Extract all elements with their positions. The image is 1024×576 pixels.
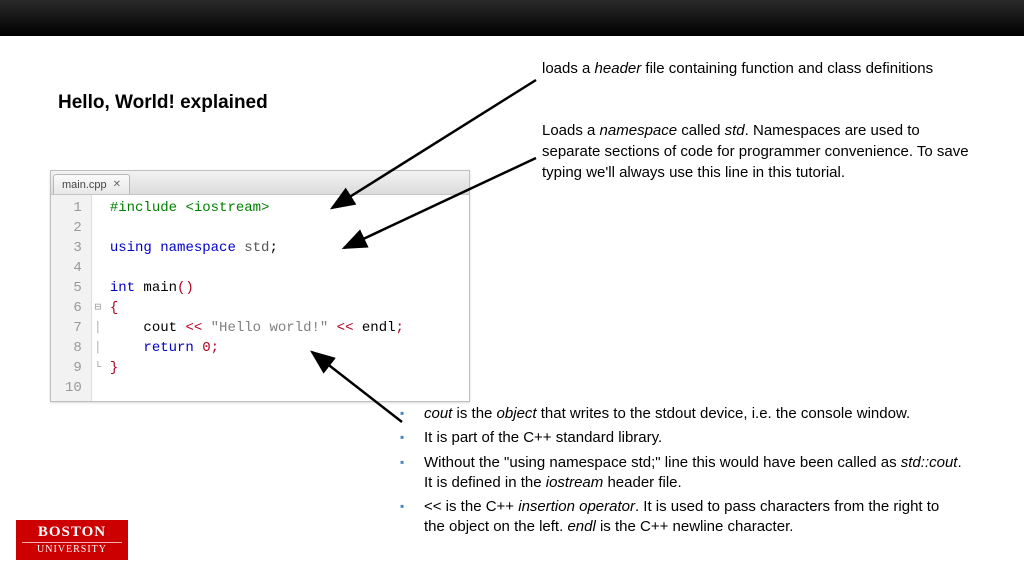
code-editor: main.cpp ✕ 12345678910 ⊟││└ #include <io… — [50, 170, 470, 402]
logo-line2: UNIVERSITY — [22, 542, 122, 555]
line-gutter: 12345678910 — [51, 195, 92, 401]
top-bar — [0, 0, 1024, 36]
close-icon[interactable]: ✕ — [113, 179, 121, 190]
editor-tab[interactable]: main.cpp ✕ — [53, 174, 130, 194]
code-area: 12345678910 ⊟││└ #include <iostream> usi… — [51, 195, 469, 401]
fold-column: ⊟││└ — [92, 195, 104, 401]
bullet-list: cout is the object that writes to the st… — [394, 404, 964, 542]
bullet-item: cout is the object that writes to the st… — [394, 404, 964, 424]
slide-title: Hello, World! explained — [58, 92, 268, 114]
bullet-item: It is part of the C++ standard library. — [394, 428, 964, 448]
tab-label: main.cpp — [62, 179, 107, 191]
bullet-item: << is the C++ insertion operator. It is … — [394, 497, 964, 538]
logo-line1: BOSTON — [16, 525, 128, 540]
boston-university-logo: BOSTON UNIVERSITY — [16, 520, 128, 560]
bullet-item: Without the "using namespace std;" line … — [394, 453, 964, 494]
annotation-header: loads a header file containing function … — [542, 58, 972, 79]
editor-tabbar: main.cpp ✕ — [51, 171, 469, 195]
code-lines: #include <iostream> using namespace std;… — [104, 195, 410, 401]
annotation-namespace: Loads a namespace called std. Namespaces… — [542, 120, 982, 183]
